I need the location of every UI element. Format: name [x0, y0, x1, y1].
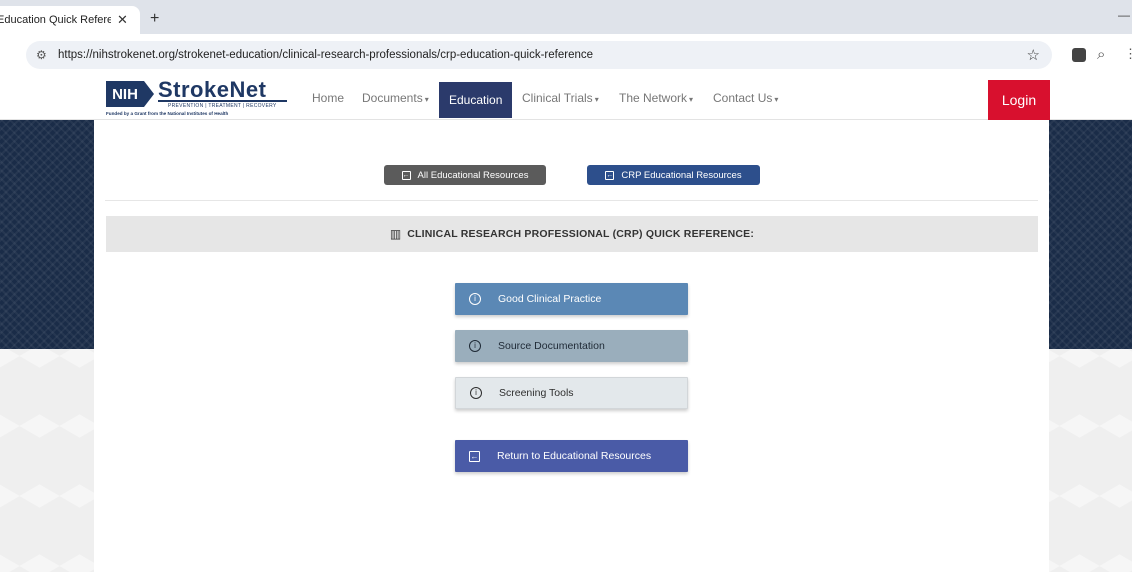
- browser-tab[interactable]: Education Quick Reference ✕: [0, 6, 140, 34]
- return-to-educational-resources-label: Return to Educational Resources: [497, 450, 652, 462]
- info-icon: i: [470, 387, 482, 399]
- good-clinical-practice-label: Good Clinical Practice: [498, 293, 602, 305]
- search-extension-icon[interactable]: ⌕: [1097, 46, 1105, 63]
- all-educational-resources-label: All Educational Resources: [417, 169, 529, 181]
- arrow-left-icon: ←: [469, 450, 480, 462]
- logo-chevron: [144, 81, 154, 107]
- page: NIH StrokeNet PREVENTION | TREATMENT | R…: [0, 76, 1132, 572]
- screening-tools-button[interactable]: i Screening Tools: [455, 377, 688, 409]
- nav-documents[interactable]: Documents ▾: [362, 76, 429, 120]
- nav-home[interactable]: Home: [312, 76, 344, 120]
- chevron-down-icon: ▾: [594, 95, 599, 104]
- info-icon: i: [469, 293, 481, 305]
- main-content: ← All Educational Resources ← CRP Educat…: [94, 120, 1049, 572]
- source-documentation-label: Source Documentation: [498, 340, 605, 352]
- site-navbar: NIH StrokeNet PREVENTION | TREATMENT | R…: [0, 76, 1132, 120]
- crp-educational-resources-button[interactable]: ← CRP Educational Resources: [587, 165, 760, 185]
- nav-the-network[interactable]: The Network ▾: [619, 76, 693, 120]
- nih-logo-box: NIH: [106, 81, 144, 107]
- nav-documents-label: Documents: [362, 91, 423, 105]
- books-icon: ▥: [389, 227, 402, 241]
- return-to-educational-resources-button[interactable]: ← Return to Educational Resources: [455, 440, 688, 472]
- site-info-icon[interactable]: ⚙: [36, 48, 52, 62]
- logo-funded-text: Funded by a Grant from the National Inst…: [106, 111, 229, 116]
- address-bar[interactable]: ⚙ https://nihstrokenet.org/strokenet-edu…: [26, 41, 1052, 69]
- browser-tabstrip: Education Quick Reference ✕ + —: [0, 0, 1132, 34]
- logo-underline: [158, 100, 287, 102]
- good-clinical-practice-button[interactable]: i Good Clinical Practice: [455, 283, 688, 315]
- source-documentation-button[interactable]: i Source Documentation: [455, 330, 688, 362]
- chevron-down-icon: ▾: [689, 95, 694, 104]
- new-tab-icon[interactable]: +: [150, 10, 159, 28]
- all-educational-resources-button[interactable]: ← All Educational Resources: [384, 165, 546, 185]
- extension-icon[interactable]: ⋮: [1124, 46, 1132, 62]
- nav-clinical-trials[interactable]: Clinical Trials ▾: [522, 76, 599, 120]
- url-text[interactable]: https://nihstrokenet.org/strokenet-educa…: [58, 49, 593, 61]
- chevron-down-icon: ▾: [774, 95, 779, 104]
- nav-contact-us-label: Contact Us: [713, 91, 773, 105]
- quick-reference-header: ▥ CLINICAL RESEARCH PROFESSIONAL (CRP) Q…: [106, 216, 1038, 252]
- nav-contact-us[interactable]: Contact Us ▾: [713, 76, 778, 120]
- close-tab-icon[interactable]: ✕: [117, 12, 128, 28]
- nav-clinical-trials-label: Clinical Trials: [522, 91, 593, 105]
- login-button[interactable]: Login: [988, 80, 1050, 120]
- extension-icon[interactable]: [1072, 48, 1086, 62]
- divider: [105, 200, 1038, 201]
- minimize-icon[interactable]: —: [1118, 8, 1130, 22]
- nav-the-network-label: The Network: [619, 91, 688, 105]
- tab-title: Education Quick Reference: [0, 14, 111, 26]
- logo-tagline: PREVENTION | TREATMENT | RECOVERY: [168, 103, 277, 109]
- info-icon: i: [469, 340, 481, 352]
- quick-reference-title: CLINICAL RESEARCH PROFESSIONAL (CRP) QUI…: [407, 228, 755, 240]
- nav-education[interactable]: Education: [439, 82, 513, 118]
- arrow-left-icon: ←: [605, 170, 615, 180]
- bookmark-star-icon[interactable]: ☆: [1027, 46, 1040, 64]
- address-bar-row: ⚙ https://nihstrokenet.org/strokenet-edu…: [0, 34, 1132, 76]
- chevron-down-icon: ▾: [424, 95, 429, 104]
- screening-tools-label: Screening Tools: [499, 387, 574, 399]
- crp-educational-resources-label: CRP Educational Resources: [621, 169, 742, 181]
- strokenet-logo[interactable]: NIH StrokeNet PREVENTION | TREATMENT | R…: [106, 77, 296, 119]
- arrow-left-icon: ←: [401, 170, 411, 180]
